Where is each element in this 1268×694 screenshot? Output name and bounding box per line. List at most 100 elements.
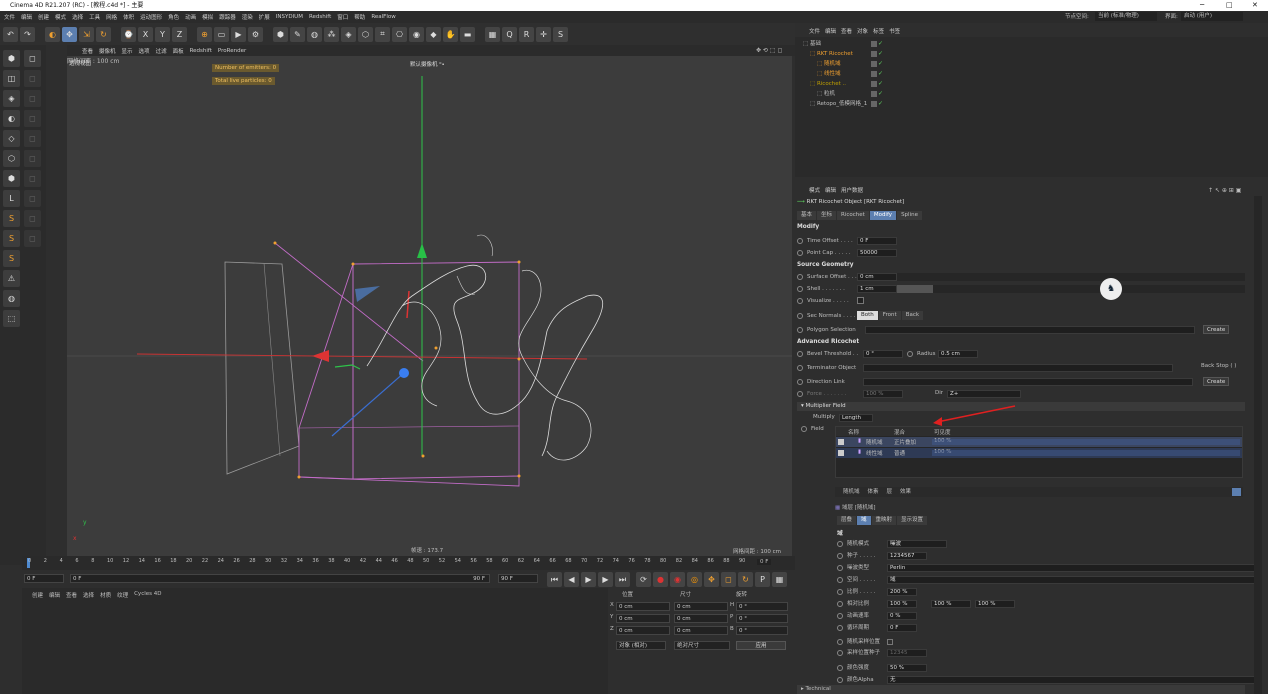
pen-icon[interactable]: ✎ [290,26,305,42]
force-field[interactable]: 100 % [863,390,903,398]
field-row-item[interactable]: ▮线性域普通100 % [836,448,1242,458]
anim-dot[interactable] [797,378,803,385]
field-bottom-tab-0[interactable]: 随机域 [843,489,860,495]
menu-item-19[interactable]: RealFlow [371,14,395,20]
autokey-icon[interactable]: ◉ [670,572,685,587]
anim-dot[interactable] [837,612,843,619]
anim-dot[interactable] [907,350,913,357]
surface-offset-slider[interactable] [897,273,1245,281]
object-row[interactable]: ⬚ 线性域 ✓ [795,69,1268,79]
material-menu-2[interactable]: 查看 [66,591,77,599]
anim-dot[interactable] [837,638,843,645]
multiply-select[interactable]: Length [839,414,873,422]
z-axis-icon[interactable]: Z [172,26,187,42]
polygon-selection-field[interactable] [865,326,1195,334]
domain-tab-0[interactable]: 层叠 [837,516,857,525]
domain-row-field[interactable]: 100 % [931,600,971,608]
domain-row-field[interactable]: 域 [887,576,1257,584]
radius-field[interactable]: 0.5 cm [938,350,978,358]
x-axis-icon[interactable]: X [138,26,153,42]
anim-dot[interactable] [837,624,843,631]
apply-button[interactable]: 应用 [736,641,786,650]
grid-key-icon[interactable]: ▦ [772,572,787,587]
shell-field[interactable]: 1 cm [857,285,897,293]
material-menu-0[interactable]: 创建 [32,591,43,599]
object-row[interactable]: ⬚ 基础 ✓ [795,39,1268,49]
render-view-icon[interactable]: ▶ [231,26,246,42]
create-polygon-button[interactable]: Create [1203,325,1230,334]
viewport-menu-6[interactable]: Redshift [190,48,212,54]
plane-handle[interactable] [355,286,380,302]
menu-item-17[interactable]: 窗口 [337,13,348,21]
anim-dot[interactable] [797,285,803,292]
menu-item-1[interactable]: 编辑 [21,13,32,21]
timeline-ruler[interactable]: 0 F 0 2 4 6 8 10 12 14 16 18 20 22 24 26 28 30 32 34 36 38 4… [22,556,795,570]
viewport-menu-1[interactable]: 摄像机 [99,47,116,55]
anim-dot[interactable] [797,326,803,333]
close-button[interactable]: ✕ [1252,0,1258,11]
point-cap-field[interactable]: 50000 [857,249,897,257]
effector-icon[interactable]: ◈ [341,26,356,42]
field-search-icon[interactable] [1232,488,1241,496]
left-tool-23[interactable]: ◻ [24,230,41,247]
terminator-field[interactable] [863,364,1173,372]
field-blend-select[interactable]: 正片叠加 [894,438,916,446]
field-bottom-tab-1[interactable]: 体素 [868,489,879,495]
left-tool-6[interactable]: ⬢ [3,170,20,187]
anim-dot[interactable] [801,425,807,432]
left-tool-5[interactable]: ⬡ [3,150,20,167]
menu-item-5[interactable]: 工具 [89,13,100,21]
record-icon[interactable]: ● [653,572,668,587]
field-bottom-tab-3[interactable]: 效果 [900,489,911,495]
domain-row-field[interactable]: 100 % [887,600,917,608]
domain-row-field[interactable]: 0 F [887,624,917,632]
anim-dot[interactable] [797,273,803,280]
camera-icon[interactable]: ⎔ [392,26,407,42]
left-tool-9[interactable]: S [3,230,20,247]
domain-row-field[interactable]: 1234567 [887,552,927,560]
y-axis-icon[interactable]: Y [155,26,170,42]
node-space-select[interactable]: 当前 (标准/物理) [1095,12,1157,21]
anim-dot[interactable] [837,600,843,607]
grid-icon[interactable]: ▦ [485,26,500,42]
left-tool-16[interactable]: ◻ [24,90,41,107]
y-axis-arrow[interactable] [417,243,427,258]
domain-tab-1[interactable]: 域 [857,516,871,525]
domain-row-field[interactable]: 0 % [887,612,917,620]
objmgr-tab-1[interactable]: 编辑 [825,27,836,37]
coord-size-field[interactable]: 0 cm [674,602,728,611]
menu-item-18[interactable]: 帮助 [354,13,365,21]
next-frame-icon[interactable]: ▶ [598,572,613,587]
menu-item-6[interactable]: 网格 [106,13,117,21]
normals-option-1[interactable]: Front [878,311,901,320]
bevel-field[interactable]: 0 ° [863,350,903,358]
viewport-menu-4[interactable]: 过滤 [156,47,167,55]
viewport-menu-3[interactable]: 选项 [139,47,150,55]
maximize-button[interactable]: □ [1226,0,1233,11]
material-menu-3[interactable]: 选择 [83,591,94,599]
surface-offset-field[interactable]: 0 cm [857,273,897,281]
coord-rotation-field[interactable]: 0 ° [736,614,788,623]
left-tool-0[interactable]: ⬢ [3,50,20,67]
field-blend-select[interactable]: 普通 [894,449,905,457]
render-settings-icon[interactable]: ⚙ [248,26,263,42]
z-axis-handle[interactable] [399,368,409,378]
anim-dot[interactable] [837,676,843,683]
left-tool-17[interactable]: ◻ [24,110,41,127]
subtab-4[interactable]: Spline [897,211,922,220]
tag-icon[interactable]: ◆ [426,26,441,42]
move-icon[interactable]: ✥ [62,26,77,42]
time-offset-field[interactable]: 0 F [857,237,897,245]
objmgr-tab-5[interactable]: 书签 [889,27,900,37]
left-tool-20[interactable]: ◻ [24,170,41,187]
frame-range-field[interactable]: 0 F 90 F [70,574,490,583]
coord-position-field[interactable]: 0 cm [616,626,670,635]
left-tool-18[interactable]: ◻ [24,130,41,147]
menu-item-12[interactable]: 跟踪器 [219,13,236,21]
viewport-menu-5[interactable]: 面板 [173,47,184,55]
visibility-checks[interactable]: ✓ [871,89,883,99]
viewport-menu-0[interactable]: 查看 [82,47,93,55]
recent-icon[interactable]: ⌚ [121,26,136,42]
rotate-gizmo[interactable] [334,364,361,370]
cube-icon[interactable]: ⬢ [273,26,288,42]
